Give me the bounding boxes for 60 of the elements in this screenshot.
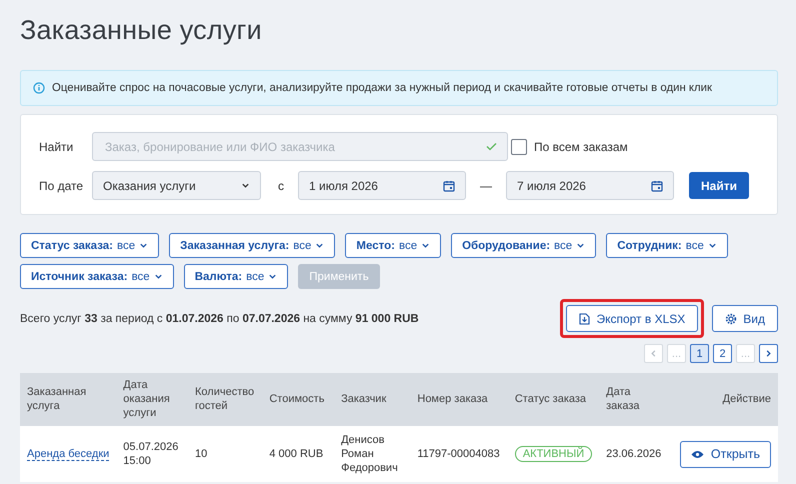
eye-icon xyxy=(690,450,704,459)
date-type-select[interactable]: Оказания услуги xyxy=(92,171,261,200)
calendar-icon xyxy=(443,180,455,192)
chevron-down-icon xyxy=(708,241,717,250)
table-cell: 10 xyxy=(188,426,262,482)
view-button[interactable]: Вид xyxy=(712,305,778,332)
chevron-down-icon xyxy=(268,272,278,281)
all-orders-label: По всем заказам xyxy=(534,140,628,154)
chevron-down-icon xyxy=(315,241,324,250)
table-cell: Денисов Роман Федорович xyxy=(334,426,410,482)
calendar-icon xyxy=(651,180,663,192)
search-input[interactable]: Заказ, бронирование или ФИО заказчика xyxy=(103,138,486,154)
page-button[interactable]: 1 xyxy=(690,344,709,363)
summary-text: Всего услуг 33 за период с 01.07.2026 по 07.07.2026 на сумму 91 000 RUB xyxy=(20,312,419,324)
filter-dropdown[interactable]: Заказанная услуга: все xyxy=(169,233,336,258)
chevron-down-icon xyxy=(154,272,163,281)
chevron-left-icon xyxy=(649,349,658,358)
info-text: Оценивайте спрос на почасовые услуги, анализируйте продажи за нужный период и скачивайте готовые отчеты в один клик xyxy=(52,82,712,94)
filter-dropdown[interactable]: Оборудование: все xyxy=(451,233,596,258)
search-label: Найти xyxy=(39,140,74,154)
column-header: Заказчик xyxy=(334,373,410,426)
column-header: Дата заказа xyxy=(599,373,673,426)
filter-dropdown[interactable]: Валюта: все xyxy=(184,264,288,289)
table-cell: 23.06.2026 xyxy=(599,426,673,482)
all-orders-checkbox[interactable] xyxy=(511,138,527,154)
column-header: Действие xyxy=(672,373,778,426)
column-header: Заказанная услуга xyxy=(20,373,116,426)
from-label: с xyxy=(278,178,284,192)
settings-icon xyxy=(725,312,738,324)
open-button[interactable]: Открыть xyxy=(680,440,771,468)
filter-dropdown[interactable]: Источник заказа: все xyxy=(20,264,174,289)
info-icon xyxy=(33,82,45,94)
search-field[interactable]: Заказ, бронирование или ФИО заказчика xyxy=(92,132,508,161)
table-cell: 4 000 RUB xyxy=(262,426,334,482)
column-header: Номер заказа xyxy=(410,373,508,426)
date-label: По дате xyxy=(39,178,84,192)
column-header: Статус заказа xyxy=(508,373,600,426)
filter-dropdown[interactable]: Сотрудник: все xyxy=(606,233,728,258)
column-header: Дата оказания услуги xyxy=(116,373,188,426)
filter-dropdown[interactable]: Статус заказа: все xyxy=(20,233,160,258)
date-from-field[interactable]: 1 июля 2026 xyxy=(298,171,466,200)
status-badge: АКТИВНЫЙ xyxy=(514,446,592,462)
column-header: Стоимость xyxy=(262,373,334,426)
filter-dropdown[interactable]: Место: все xyxy=(345,233,442,258)
date-to-field[interactable]: 7 июля 2026 xyxy=(506,171,674,200)
chevron-down-icon xyxy=(241,181,250,190)
chevron-down-icon xyxy=(576,241,586,250)
page-title: Заказанные услуги xyxy=(20,14,263,47)
chevron-down-icon xyxy=(139,241,148,250)
next-page-button[interactable] xyxy=(759,344,778,363)
date-separator: — xyxy=(480,178,492,192)
column-header: Количество гостей xyxy=(188,373,262,426)
chevron-down-icon xyxy=(421,241,430,250)
page-button[interactable]: 2 xyxy=(713,344,732,363)
table-cell: 11797-00004083 xyxy=(410,426,508,482)
export-button[interactable]: Экспорт в XLSX xyxy=(566,305,698,332)
table-cell: 05.07.2026 15:00 xyxy=(116,426,188,482)
download-file-icon xyxy=(579,312,590,324)
find-button[interactable]: Найти xyxy=(689,172,749,199)
chevron-right-icon xyxy=(764,349,773,358)
